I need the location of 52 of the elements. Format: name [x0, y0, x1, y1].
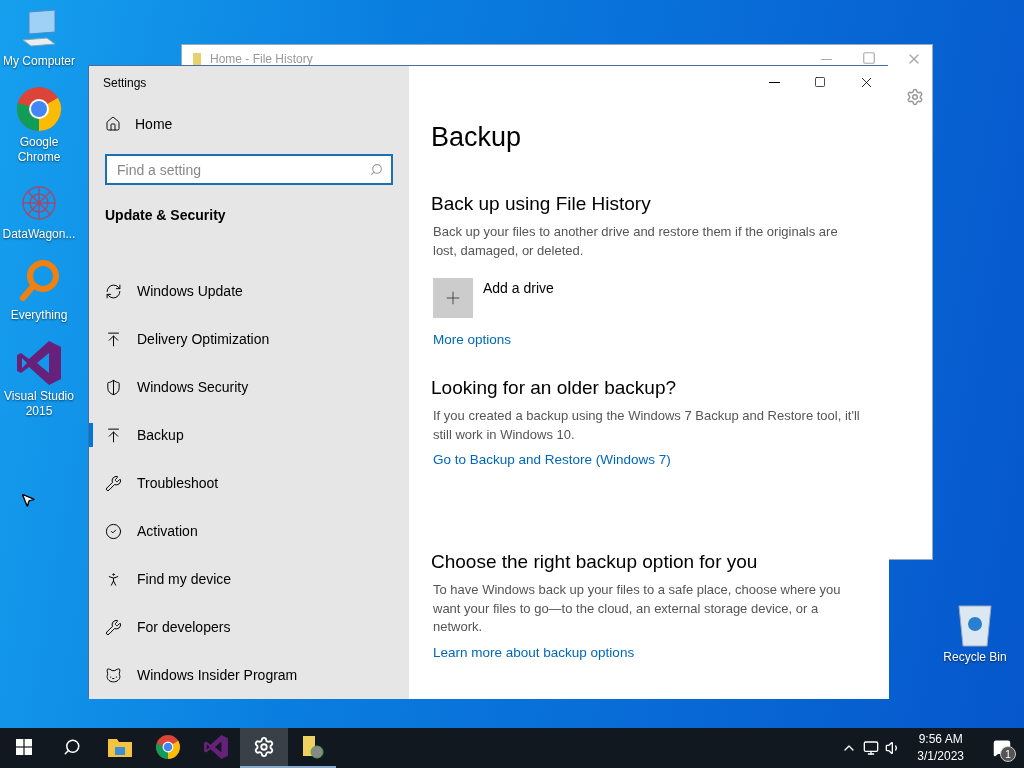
section-text: Back up your files to another drive and restore them if the originals are lost, damaged, or deleted.	[432, 223, 839, 260]
add-drive-label[interactable]: Add a drive	[483, 280, 554, 296]
upload-tray-icon	[105, 330, 122, 348]
nav-item[interactable]: Windows Insider Program	[89, 651, 409, 699]
desktop-icon-label[interactable]: Recycle Bin	[943, 650, 1007, 665]
section-title: Update & Security	[104, 206, 227, 225]
link[interactable]: Go to Backup and Restore (Windows 7)	[431, 452, 671, 467]
maximize-icon	[814, 76, 826, 88]
nav-item[interactable]: Find my device	[89, 555, 409, 603]
upload-arrow-icon	[105, 426, 122, 444]
nav-item[interactable]: Troubleshoot	[89, 459, 409, 507]
network-icon[interactable]	[863, 740, 880, 756]
nav-item[interactable]: Activation	[89, 507, 409, 555]
folder-icon[interactable]	[107, 736, 133, 758]
window-title: Settings	[102, 75, 148, 92]
wrench-icon	[105, 474, 122, 492]
check-circle-icon	[105, 522, 122, 540]
refresh-icon	[105, 282, 122, 300]
studio-logo-icon	[203, 734, 229, 760]
section-heading: Choose the right backup option for you	[431, 551, 759, 573]
nav-item[interactable]: Windows Update	[89, 267, 409, 315]
nav-item[interactable]: Backup	[89, 411, 409, 459]
cat-icon	[105, 666, 122, 684]
nav-item[interactable]: Windows Security	[89, 363, 409, 411]
recycle-bin-icon	[955, 602, 995, 648]
search-icon	[63, 738, 81, 756]
section-text: To have Windows back up your files to a safe place, choose where you want your files to go—to the cloud, an external storage device, or a network.	[432, 581, 842, 636]
page-title: Backup	[431, 122, 523, 153]
notification-button[interactable]: 1	[980, 728, 1024, 768]
link[interactable]: Learn more about backup options	[431, 644, 635, 660]
home-icon	[105, 116, 121, 132]
nav-item[interactable]: Delivery Optimization	[89, 315, 409, 363]
section-heading: Back up using File History	[431, 193, 652, 215]
folder-icon	[192, 52, 204, 66]
link[interactable]: More options	[431, 332, 512, 347]
minimize-icon	[768, 81, 780, 83]
taskbar-app[interactable]	[240, 728, 288, 768]
clock[interactable]: 9:56 AM 3/1/2023	[907, 731, 974, 765]
window-title: Home - File History	[210, 52, 313, 66]
shield-icon	[105, 378, 122, 396]
chrome-icon	[155, 734, 181, 760]
section-text: If you created a backup using the Windows 7 Backup and Restore tool, it'll still work in Windows 10.	[432, 407, 861, 444]
chrome-icon	[15, 85, 63, 133]
notification-count: 1	[1000, 746, 1016, 762]
studio-logo-icon	[15, 339, 63, 387]
search-field[interactable]: Find a setting	[105, 154, 393, 185]
windows-logo-icon	[16, 739, 32, 755]
home-link[interactable]: Home	[89, 100, 409, 148]
section-heading: Looking for an older backup?	[431, 377, 678, 399]
search-icon	[370, 163, 383, 176]
cursor-icon	[20, 492, 36, 508]
nav-item[interactable]: For developers	[89, 603, 409, 651]
